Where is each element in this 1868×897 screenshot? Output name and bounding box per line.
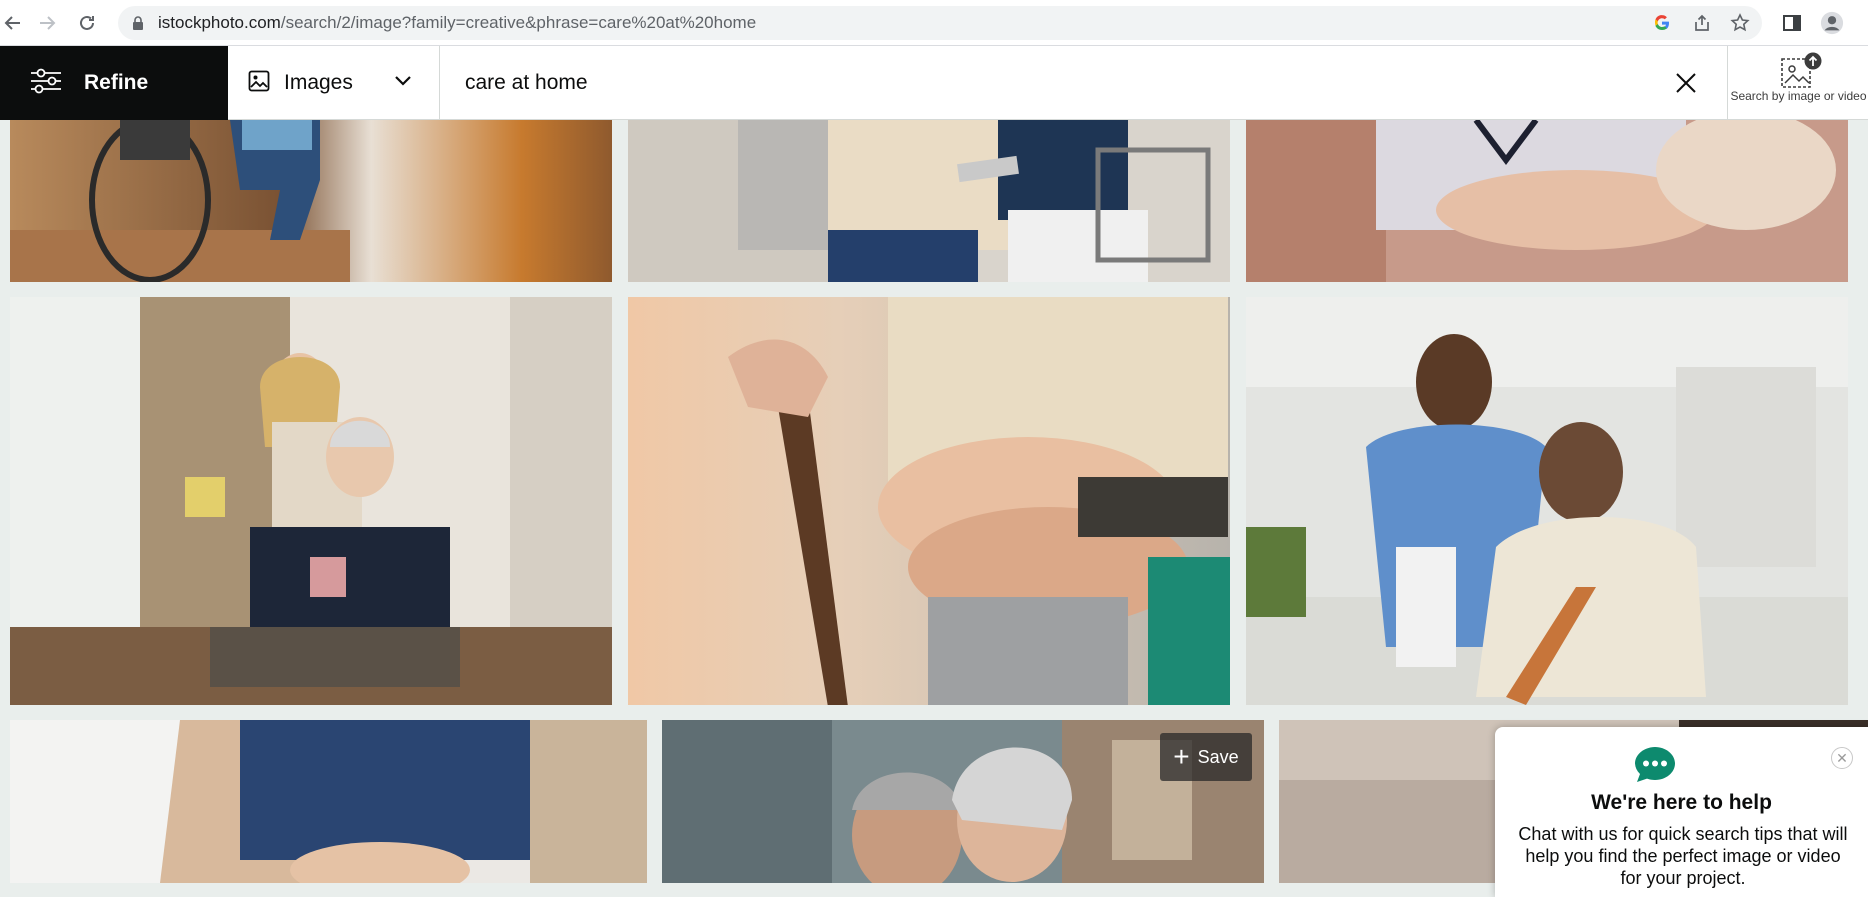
image-icon — [248, 70, 270, 97]
clear-search-icon[interactable] — [1672, 69, 1700, 97]
photo — [628, 120, 1230, 282]
search-by-image-label: Search by image or video — [1730, 89, 1867, 103]
url-path: /search/2/image?family=creative&phrase=c… — [280, 13, 757, 32]
save-button[interactable]: + Save — [1160, 733, 1252, 781]
image-result-caregiver-wheelchair[interactable] — [10, 297, 612, 705]
image-result-hands-cane[interactable] — [628, 297, 1230, 705]
photo — [1246, 120, 1848, 282]
photo — [10, 720, 647, 883]
image-result-hands-blanket[interactable] — [10, 720, 647, 883]
address-bar[interactable]: istockphoto.com/search/2/image?family=cr… — [118, 6, 1762, 40]
bookmark-star-icon[interactable] — [1728, 11, 1752, 35]
profile-avatar-icon[interactable] — [1820, 11, 1844, 35]
chat-title: We're here to help — [1591, 791, 1772, 814]
chat-body-text: Chat with us for quick search tips that … — [1518, 824, 1848, 888]
media-type-dropdown[interactable]: Images — [228, 46, 440, 120]
share-icon[interactable] — [1690, 11, 1714, 35]
reload-icon[interactable] — [74, 10, 100, 36]
plus-icon: + — [1173, 741, 1190, 772]
photo — [10, 120, 612, 282]
back-icon[interactable] — [0, 10, 26, 36]
forward-icon[interactable] — [34, 10, 60, 36]
site-header: Refine Images care at home Search by ima… — [0, 46, 1868, 120]
search-input[interactable]: care at home — [465, 46, 588, 120]
search-by-image-button[interactable]: Search by image or video — [1727, 46, 1868, 120]
chat-help-panel: ✕ We're here to help Chat with us for qu… — [1495, 727, 1868, 897]
filter-sliders-icon — [30, 68, 62, 99]
media-type-label: Images — [284, 71, 353, 94]
chevron-down-icon — [394, 74, 412, 92]
chat-bubble-icon — [1633, 745, 1677, 788]
refine-label: Refine — [84, 71, 149, 94]
photo — [628, 297, 1230, 705]
image-result-nurse-patient-cane[interactable] — [1246, 297, 1848, 705]
close-icon[interactable]: ✕ — [1831, 747, 1853, 769]
url-host: istockphoto.com — [158, 13, 281, 32]
photo — [10, 297, 612, 705]
image-result-wheelchair-hallway[interactable] — [10, 120, 612, 282]
url-text: istockphoto.com/search/2/image?family=cr… — [158, 6, 756, 40]
browser-toolbar: istockphoto.com/search/2/image?family=cr… — [0, 0, 1868, 46]
lock-icon — [132, 16, 144, 35]
photo — [1246, 297, 1848, 705]
side-panel-icon[interactable] — [1780, 11, 1804, 35]
image-result-holding-hands-blouse[interactable] — [1246, 120, 1848, 282]
google-icon[interactable] — [1650, 11, 1674, 35]
image-result-nurse-tablet[interactable] — [628, 120, 1230, 282]
save-label: Save — [1197, 746, 1239, 767]
refine-button[interactable]: Refine — [0, 46, 228, 120]
